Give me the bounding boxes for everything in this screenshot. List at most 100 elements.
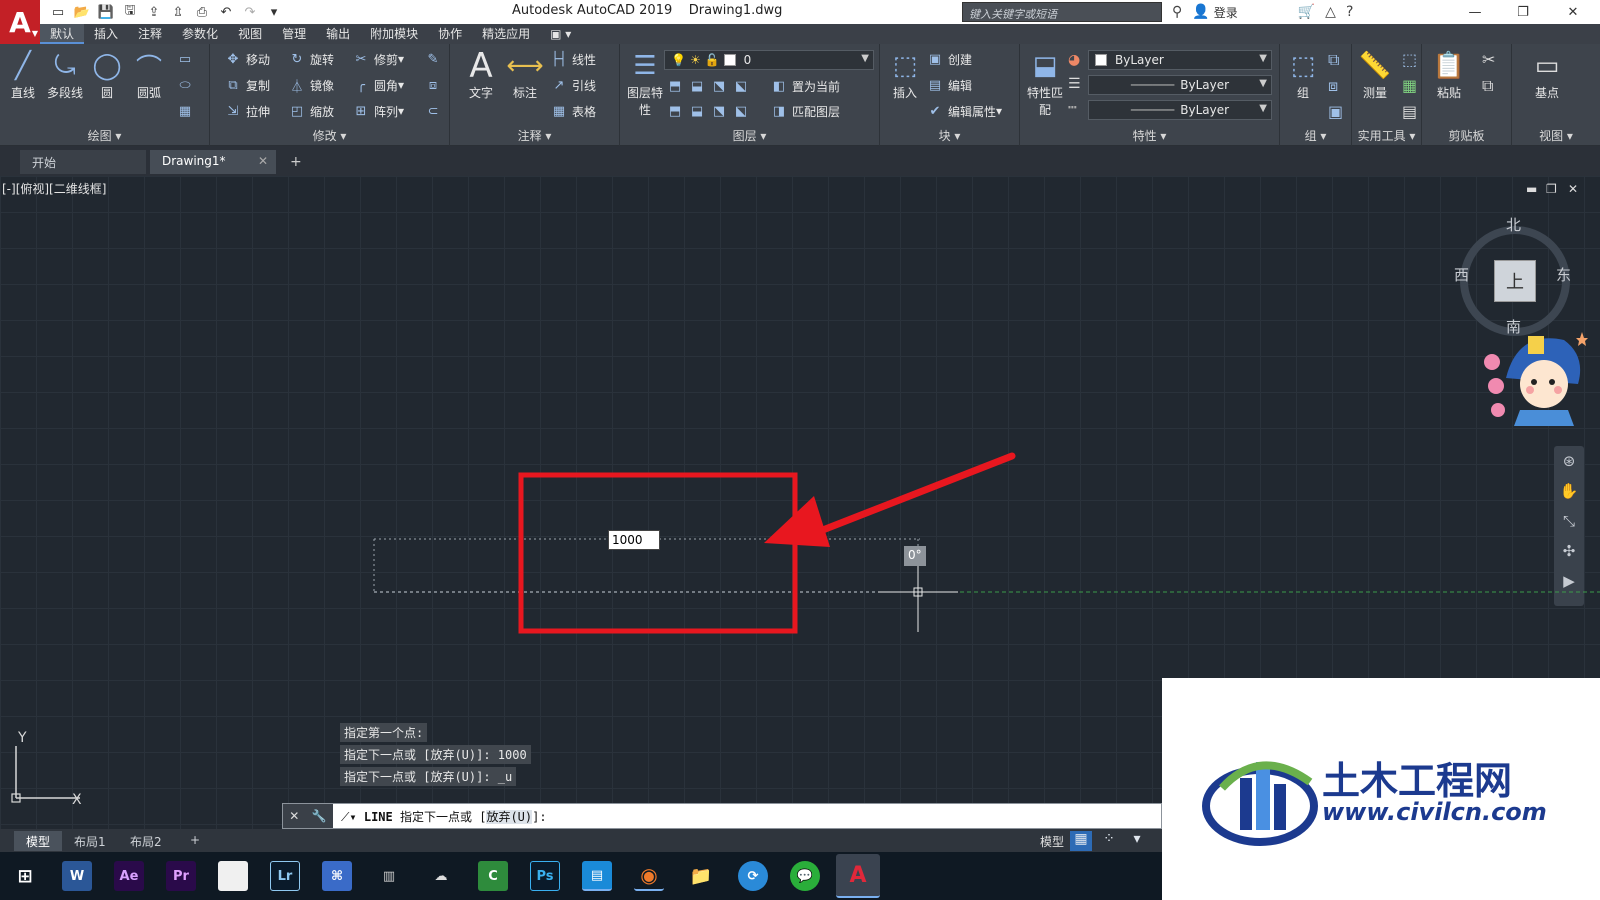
orbit-icon[interactable]: ✣ <box>1554 536 1584 566</box>
grid-icon[interactable]: ▦ <box>1070 831 1093 851</box>
tab-start[interactable]: 开始 <box>20 150 146 174</box>
layer-properties-tool[interactable]: ☰ 图层特性 <box>624 48 666 118</box>
compass-east[interactable]: 东 <box>1556 264 1571 285</box>
leader-tool[interactable]: ↗ 引线 <box>550 74 596 96</box>
base-point-tool[interactable]: ▭ 基点 <box>1526 48 1568 101</box>
browser-icon[interactable]: ◉ <box>634 861 664 891</box>
tab-add-ins[interactable]: 附加模块 <box>360 24 428 44</box>
rectangle-tool[interactable]: ▭ <box>176 48 198 70</box>
open-file-icon[interactable]: 📂 <box>72 3 92 21</box>
cart-icon[interactable]: 🛒 <box>1298 4 1315 20</box>
measure-tool[interactable]: 📏 测量 <box>1354 48 1396 101</box>
pan-icon[interactable]: ✋ <box>1554 476 1584 506</box>
wechat-icon[interactable]: 💬 <box>790 861 820 891</box>
help-icon[interactable]: ? <box>1346 4 1353 20</box>
exchange-icon[interactable]: △ <box>1325 4 1336 20</box>
viewport-close-icon[interactable]: ✕ <box>1568 182 1578 196</box>
polyline-tool[interactable]: ⤿ 多段线 <box>44 48 86 101</box>
create-block-tool[interactable]: ▣ 创建 <box>926 48 972 70</box>
file-icon[interactable] <box>218 861 248 891</box>
viewcube-top-face[interactable]: 上 <box>1494 260 1536 302</box>
tab-manage[interactable]: 管理 <box>272 24 316 44</box>
save-as-icon[interactable]: 🖫 <box>120 3 140 21</box>
tab-home[interactable]: 默认 <box>40 24 85 44</box>
stretch-tool[interactable]: ⇲ 拉伸 <box>224 100 270 122</box>
rotate-tool[interactable]: ↻ 旋转 <box>288 48 334 70</box>
edit-attributes-tool[interactable]: ✔ 编辑属性 ▾ <box>926 100 1003 122</box>
new-file-icon[interactable]: ▭ <box>48 3 68 21</box>
lightroom-icon[interactable]: Lr <box>270 861 300 891</box>
erase-tool[interactable]: ✎ <box>424 48 446 70</box>
steering-wheel-icon[interactable]: ⊛ <box>1554 446 1584 476</box>
copy-clip-icon[interactable]: ⧉ <box>1482 76 1493 96</box>
tab-view[interactable]: 视图 <box>228 24 272 44</box>
ellipse-tool[interactable]: ⬭ <box>176 74 198 96</box>
move-tool[interactable]: ✥ 移动 <box>224 48 270 70</box>
showmotion-icon[interactable]: ▶ <box>1554 566 1584 596</box>
panel-clipboard-title[interactable]: 剪贴板 <box>1422 127 1511 144</box>
tab-parametric[interactable]: 参数化 <box>172 24 228 44</box>
model-space-toggle[interactable]: 模型 <box>1040 833 1064 850</box>
autocad-taskbar-icon[interactable]: A <box>836 854 880 898</box>
lineweight-icon[interactable]: ☰ <box>1068 76 1081 92</box>
color-dropdown[interactable]: ByLayer ▼ <box>1088 50 1272 70</box>
line-tool[interactable]: ╱ 直线 <box>2 48 44 101</box>
dynamic-input-field[interactable]: 1000 <box>608 530 660 550</box>
compass-west[interactable]: 西 <box>1454 264 1469 285</box>
trim-tool[interactable]: ✂ 修剪 ▾ <box>352 48 405 70</box>
calculator-icon[interactable]: ▤ <box>1402 102 1417 121</box>
text-tool[interactable]: A 文字 <box>460 46 502 101</box>
tab-model[interactable]: 模型 <box>14 831 63 851</box>
viewport-restore-icon[interactable]: ❐ <box>1546 182 1557 196</box>
windows-start-icon[interactable]: ⊞ <box>10 861 40 891</box>
command-line[interactable]: ✕ 🔧 ⟋▾ LINE 指定下一点或 [放弃(U)]: <box>282 803 1162 829</box>
close-button[interactable]: ✕ <box>1550 0 1596 24</box>
panel-block-title[interactable]: 块 ▾ <box>880 127 1019 144</box>
panel-annotation-title[interactable]: 注释 ▾ <box>450 127 619 144</box>
undo-option[interactable]: 放弃(U) <box>486 810 533 824</box>
panel-modify-title[interactable]: 修改 ▾ <box>210 127 449 144</box>
search-input[interactable]: 键入关键字或短语 <box>962 2 1162 22</box>
explode-tool[interactable]: ⧈ <box>424 74 446 96</box>
linear-dim-tool[interactable]: ├┤ 线性 <box>550 48 596 70</box>
dimension-tool[interactable]: ⟷ 标注 <box>504 48 546 101</box>
array-tool[interactable]: ⊞ 阵列 ▾ <box>352 100 405 122</box>
application-menu-button[interactable]: A ▼ <box>0 0 40 44</box>
make-current-tool[interactable]: ◧ 置为当前 <box>770 75 840 97</box>
print-icon[interactable]: ⎙ <box>192 3 212 21</box>
binoculars-icon[interactable]: ⚲ <box>1172 4 1182 20</box>
arc-tool[interactable]: ⌒ 圆弧 <box>128 48 170 101</box>
panel-groups-title[interactable]: 组 ▾ <box>1280 127 1351 144</box>
tab-layout1[interactable]: 布局1 <box>62 831 118 851</box>
minimize-button[interactable]: — <box>1452 0 1498 24</box>
login-link[interactable]: 登录 <box>1214 4 1238 21</box>
group-select-icon[interactable]: ▣ <box>1328 102 1343 121</box>
folder-icon[interactable]: 📁 <box>686 861 716 891</box>
app-icon[interactable]: ▥ <box>374 861 404 891</box>
save-web-icon[interactable]: ⇫ <box>168 3 188 21</box>
word-icon[interactable]: W <box>62 861 92 891</box>
quick-select-icon[interactable]: ⬚ <box>1402 50 1417 69</box>
tab-drawing1[interactable]: Drawing1* ✕ <box>150 150 276 174</box>
user-icon[interactable]: 👤 <box>1192 4 1209 20</box>
ungroup-icon[interactable]: ⧉ <box>1328 50 1339 70</box>
table-tool[interactable]: ▦ 表格 <box>550 100 596 122</box>
tab-featured-apps[interactable]: 精选应用 <box>472 24 540 44</box>
app-icon[interactable]: ▤ <box>582 861 612 891</box>
tab-output[interactable]: 输出 <box>316 24 360 44</box>
viewport-minimize-icon[interactable]: ▬ <box>1526 182 1537 196</box>
undo-icon[interactable]: ↶ <box>216 3 236 21</box>
group-tool[interactable]: ⬚ 组 <box>1282 48 1324 101</box>
panel-utilities-title[interactable]: 实用工具 ▾ <box>1352 127 1421 144</box>
hatch-tool[interactable]: ▦ <box>176 100 198 122</box>
select-all-icon[interactable]: ▦ <box>1402 76 1417 95</box>
circle-tool[interactable]: ◯ 圆 <box>86 48 128 101</box>
linetype-dropdown[interactable]: ────── ByLayer ▼ <box>1088 100 1272 120</box>
mirror-tool[interactable]: ⏃ 镜像 <box>288 74 334 96</box>
customize-qat-icon[interactable]: ▾ <box>264 3 284 21</box>
app-icon[interactable]: ⟳ <box>738 861 768 891</box>
fillet-tool[interactable]: ╭ 圆角 ▾ <box>352 74 404 96</box>
layer-tools-row-2[interactable]: ⬒ ⬓ ⬔ ⬕ <box>666 100 754 122</box>
tab-collaborate[interactable]: 协作 <box>428 24 472 44</box>
zoom-extents-icon[interactable]: ⤡ <box>1554 506 1584 536</box>
